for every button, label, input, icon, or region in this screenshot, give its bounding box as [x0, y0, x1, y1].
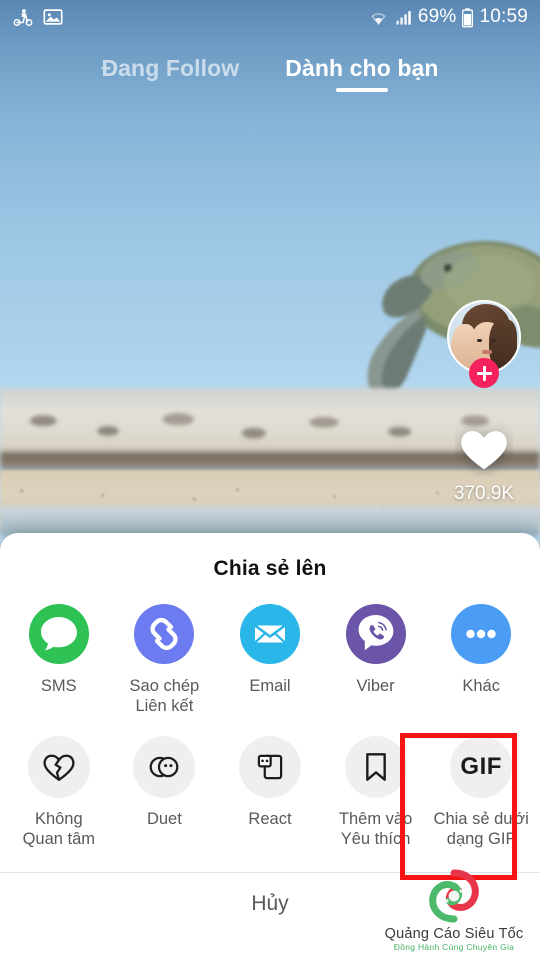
cancel-button-label: Hủy	[251, 891, 289, 915]
action-share-as-gif[interactable]: GIF Chia sẻ dưới dạng GIF	[429, 736, 534, 849]
gallery-icon	[43, 9, 63, 25]
bookmark-icon	[365, 753, 386, 782]
tab-danh-cho-ban-label: Dành cho bạn	[285, 55, 439, 81]
sms-icon	[28, 604, 89, 664]
bookmark-icon-bubble	[344, 736, 407, 799]
action-react[interactable]: React	[217, 736, 322, 829]
like-count-label: 370.9K	[453, 483, 515, 504]
gif-icon: GIF	[460, 753, 502, 781]
more-dots-icon	[451, 604, 512, 664]
like-button[interactable]: 370.9K	[444, 422, 524, 505]
action-not-interested[interactable]: Không Quan tâm	[6, 736, 111, 849]
duet-icon	[149, 757, 179, 778]
broken-heart-icon-bubble	[27, 736, 90, 799]
viber-icon	[345, 604, 406, 664]
phone-screen: 69% 10:59 Đang Follow Dành cho bạn 370.9…	[0, 0, 540, 960]
tab-dang-follow-label: Đang Follow	[101, 55, 240, 81]
share-option-copy-link-label: Sao chép Liên kết	[129, 677, 200, 716]
share-option-email-label: Email	[249, 677, 291, 695]
action-react-label: React	[248, 810, 292, 829]
tab-danh-cho-ban[interactable]: Dành cho bạn	[281, 55, 442, 96]
action-share-as-gif-label: Chia sẻ dưới dạng GIF	[433, 810, 529, 849]
cancel-button[interactable]: Hủy	[0, 873, 540, 935]
video-surf	[0, 506, 540, 536]
share-option-sms[interactable]: SMS	[6, 603, 111, 696]
share-actions-row: Không Quan tâm Duet React Thêm vào Yêu t…	[0, 736, 540, 849]
duet-icon-bubble	[133, 736, 196, 799]
clock-label: 10:59	[479, 6, 528, 27]
tab-dang-follow[interactable]: Đang Follow	[97, 55, 243, 96]
action-not-interested-label: Không Quan tâm	[22, 810, 96, 849]
signal-bars-icon	[396, 10, 411, 25]
avatar-eye-right	[491, 339, 496, 342]
link-icon-bubble	[133, 603, 195, 665]
sms-icon-bubble	[28, 603, 90, 665]
react-icon-bubble	[238, 736, 301, 799]
battery-percent-label: 69%	[417, 6, 457, 27]
share-option-sms-label: SMS	[40, 677, 77, 695]
share-option-viber[interactable]: Viber	[323, 603, 428, 696]
share-sheet-title: Chia sẻ lên	[213, 557, 327, 580]
share-option-more[interactable]: Khác	[429, 603, 534, 696]
share-option-copy-link[interactable]: Sao chép Liên kết	[112, 603, 217, 716]
email-icon-bubble	[239, 603, 301, 665]
wifi-icon	[371, 12, 386, 25]
scooter-icon	[13, 9, 33, 26]
action-duet-label: Duet	[146, 810, 182, 829]
status-bar-left	[12, 6, 64, 28]
share-apps-row: SMS Sao chép Liên kết Email Viber Khác	[0, 603, 540, 716]
broken-heart-icon	[43, 754, 75, 782]
battery-icon	[462, 7, 474, 27]
author-avatar-wrap[interactable]	[447, 300, 521, 388]
action-add-favorites[interactable]: Thêm vào Yêu thích	[323, 736, 428, 849]
react-icon	[257, 755, 283, 780]
video-action-rail: 370.9K	[444, 300, 524, 505]
avatar-eye-left	[477, 339, 482, 342]
more-dots-icon-bubble	[450, 603, 512, 665]
follow-plus-button[interactable]	[469, 358, 499, 388]
action-add-favorites-label: Thêm vào Yêu thích	[338, 810, 413, 849]
share-option-email[interactable]: Email	[217, 603, 322, 696]
viber-icon-bubble	[345, 603, 407, 665]
link-icon	[134, 604, 195, 664]
tab-active-underline	[335, 88, 388, 92]
status-bar-right: 69% 10:59	[368, 6, 528, 28]
heart-icon	[461, 431, 507, 470]
action-duet[interactable]: Duet	[112, 736, 217, 829]
share-sheet: Chia sẻ lên SMS Sao chép Liên kết Email …	[0, 533, 540, 960]
share-option-more-label: Khác	[462, 677, 500, 695]
share-option-viber-label: Viber	[356, 677, 395, 695]
gif-icon-bubble: GIF	[450, 736, 513, 799]
avatar-lips	[482, 350, 492, 354]
status-bar: 69% 10:59	[0, 0, 540, 34]
feed-tabs: Đang Follow Dành cho bạn	[0, 55, 540, 96]
email-icon	[239, 604, 300, 664]
